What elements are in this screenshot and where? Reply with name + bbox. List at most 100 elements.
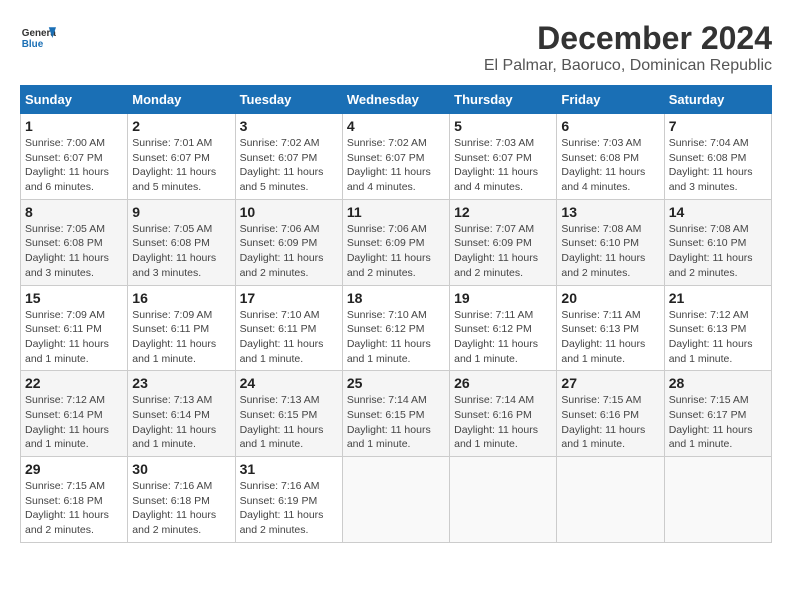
day-number: 10 — [240, 204, 338, 220]
calendar-day-cell: 14 Sunrise: 7:08 AM Sunset: 6:10 PM Dayli… — [664, 199, 771, 285]
day-number: 13 — [561, 204, 659, 220]
calendar-header-row: SundayMondayTuesdayWednesdayThursdayFrid… — [21, 86, 772, 114]
calendar-day-cell: 23Sunrise: 7:13 AM Sunset: 6:14 PM Dayli… — [128, 371, 235, 457]
calendar-day-cell: 9 Sunrise: 7:05 AM Sunset: 6:08 PM Daylig… — [128, 199, 235, 285]
svg-text:Blue: Blue — [22, 39, 44, 50]
day-number: 22 — [25, 375, 123, 391]
calendar-day-cell: 6 Sunrise: 7:03 AM Sunset: 6:08 PM Daylig… — [557, 114, 664, 200]
calendar-day-cell: 19Sunrise: 7:11 AM Sunset: 6:12 PM Dayli… — [450, 285, 557, 371]
day-number: 11 — [347, 204, 445, 220]
day-number: 21 — [669, 290, 767, 306]
day-info: Sunrise: 7:08 AM Sunset: 6:10 PM Dayligh… — [561, 222, 659, 281]
calendar-day-cell: 24 Sunrise: 7:13 AM Sunset: 6:15 PM Dayli… — [235, 371, 342, 457]
day-number: 28 — [669, 375, 767, 391]
calendar-day-cell: 21 Sunrise: 7:12 AM Sunset: 6:13 PM Dayli… — [664, 285, 771, 371]
day-info: Sunrise: 7:16 AM Sunset: 6:19 PM Dayligh… — [240, 479, 338, 538]
calendar-day-cell: 7Sunrise: 7:04 AM Sunset: 6:08 PM Daylig… — [664, 114, 771, 200]
day-number: 27 — [561, 375, 659, 391]
calendar-day-cell: 29 Sunrise: 7:15 AM Sunset: 6:18 PM Dayli… — [21, 457, 128, 543]
day-info: Sunrise: 7:00 AM Sunset: 6:07 PM Dayligh… — [25, 136, 123, 195]
page-title: December 2024 — [484, 20, 772, 57]
day-number: 6 — [561, 118, 659, 134]
day-number: 9 — [132, 204, 230, 220]
calendar-day-cell: 8 Sunrise: 7:05 AM Sunset: 6:08 PM Daylig… — [21, 199, 128, 285]
day-info: Sunrise: 7:15 AM Sunset: 6:17 PM Dayligh… — [669, 393, 767, 452]
day-info: Sunrise: 7:06 AM Sunset: 6:09 PM Dayligh… — [347, 222, 445, 281]
day-info: Sunrise: 7:05 AM Sunset: 6:08 PM Dayligh… — [25, 222, 123, 281]
calendar-day-cell: 3Sunrise: 7:02 AM Sunset: 6:07 PM Daylig… — [235, 114, 342, 200]
day-number: 18 — [347, 290, 445, 306]
calendar-day-cell: 13 Sunrise: 7:08 AM Sunset: 6:10 PM Dayli… — [557, 199, 664, 285]
day-info: Sunrise: 7:03 AM Sunset: 6:07 PM Dayligh… — [454, 136, 552, 195]
weekday-header-thursday: Thursday — [450, 86, 557, 114]
day-info: Sunrise: 7:06 AM Sunset: 6:09 PM Dayligh… — [240, 222, 338, 281]
calendar-day-cell: 26Sunrise: 7:14 AM Sunset: 6:16 PM Dayli… — [450, 371, 557, 457]
day-info: Sunrise: 7:11 AM Sunset: 6:12 PM Dayligh… — [454, 308, 552, 367]
calendar-day-cell: 30Sunrise: 7:16 AM Sunset: 6:18 PM Dayli… — [128, 457, 235, 543]
day-number: 2 — [132, 118, 230, 134]
day-number: 29 — [25, 461, 123, 477]
logo-icon: General Blue — [20, 20, 56, 56]
calendar-day-cell: 25Sunrise: 7:14 AM Sunset: 6:15 PM Dayli… — [342, 371, 449, 457]
weekday-header-friday: Friday — [557, 86, 664, 114]
day-info: Sunrise: 7:15 AM Sunset: 6:18 PM Dayligh… — [25, 479, 123, 538]
calendar-day-cell: 5 Sunrise: 7:03 AM Sunset: 6:07 PM Daylig… — [450, 114, 557, 200]
day-number: 20 — [561, 290, 659, 306]
day-info: Sunrise: 7:13 AM Sunset: 6:14 PM Dayligh… — [132, 393, 230, 452]
calendar-day-cell: 31 Sunrise: 7:16 AM Sunset: 6:19 PM Dayli… — [235, 457, 342, 543]
day-info: Sunrise: 7:12 AM Sunset: 6:14 PM Dayligh… — [25, 393, 123, 452]
calendar-week-row: 8 Sunrise: 7:05 AM Sunset: 6:08 PM Daylig… — [21, 199, 772, 285]
weekday-header-sunday: Sunday — [21, 86, 128, 114]
empty-cell — [342, 457, 449, 543]
calendar-day-cell: 4 Sunrise: 7:02 AM Sunset: 6:07 PM Daylig… — [342, 114, 449, 200]
page-header: General Blue December 2024 El Palmar, Ba… — [20, 20, 772, 75]
day-number: 16 — [132, 290, 230, 306]
day-info: Sunrise: 7:01 AM Sunset: 6:07 PM Dayligh… — [132, 136, 230, 195]
day-info: Sunrise: 7:09 AM Sunset: 6:11 PM Dayligh… — [25, 308, 123, 367]
day-number: 5 — [454, 118, 552, 134]
day-info: Sunrise: 7:12 AM Sunset: 6:13 PM Dayligh… — [669, 308, 767, 367]
weekday-header-wednesday: Wednesday — [342, 86, 449, 114]
day-number: 30 — [132, 461, 230, 477]
day-number: 8 — [25, 204, 123, 220]
calendar-day-cell: 10 Sunrise: 7:06 AM Sunset: 6:09 PM Dayli… — [235, 199, 342, 285]
calendar-day-cell: 28 Sunrise: 7:15 AM Sunset: 6:17 PM Dayli… — [664, 371, 771, 457]
day-info: Sunrise: 7:10 AM Sunset: 6:11 PM Dayligh… — [240, 308, 338, 367]
calendar-day-cell: 12Sunrise: 7:07 AM Sunset: 6:09 PM Dayli… — [450, 199, 557, 285]
calendar-table: SundayMondayTuesdayWednesdayThursdayFrid… — [20, 85, 772, 543]
day-number: 26 — [454, 375, 552, 391]
day-number: 24 — [240, 375, 338, 391]
weekday-header-tuesday: Tuesday — [235, 86, 342, 114]
day-info: Sunrise: 7:14 AM Sunset: 6:15 PM Dayligh… — [347, 393, 445, 452]
calendar-week-row: 22 Sunrise: 7:12 AM Sunset: 6:14 PM Dayli… — [21, 371, 772, 457]
calendar-week-row: 29 Sunrise: 7:15 AM Sunset: 6:18 PM Dayli… — [21, 457, 772, 543]
day-number: 3 — [240, 118, 338, 134]
calendar-day-cell: 16 Sunrise: 7:09 AM Sunset: 6:11 PM Dayli… — [128, 285, 235, 371]
day-number: 31 — [240, 461, 338, 477]
day-number: 7 — [669, 118, 767, 134]
calendar-day-cell: 15Sunrise: 7:09 AM Sunset: 6:11 PM Dayli… — [21, 285, 128, 371]
empty-cell — [664, 457, 771, 543]
day-info: Sunrise: 7:03 AM Sunset: 6:08 PM Dayligh… — [561, 136, 659, 195]
calendar-week-row: 1 Sunrise: 7:00 AM Sunset: 6:07 PM Daylig… — [21, 114, 772, 200]
day-number: 17 — [240, 290, 338, 306]
day-info: Sunrise: 7:13 AM Sunset: 6:15 PM Dayligh… — [240, 393, 338, 452]
day-number: 1 — [25, 118, 123, 134]
day-info: Sunrise: 7:15 AM Sunset: 6:16 PM Dayligh… — [561, 393, 659, 452]
page-subtitle: El Palmar, Baoruco, Dominican Republic — [484, 57, 772, 75]
empty-cell — [450, 457, 557, 543]
day-number: 4 — [347, 118, 445, 134]
title-section: December 2024 El Palmar, Baoruco, Domini… — [484, 20, 772, 75]
day-info: Sunrise: 7:08 AM Sunset: 6:10 PM Dayligh… — [669, 222, 767, 281]
day-info: Sunrise: 7:05 AM Sunset: 6:08 PM Dayligh… — [132, 222, 230, 281]
day-info: Sunrise: 7:09 AM Sunset: 6:11 PM Dayligh… — [132, 308, 230, 367]
calendar-day-cell: 20 Sunrise: 7:11 AM Sunset: 6:13 PM Dayli… — [557, 285, 664, 371]
weekday-header-saturday: Saturday — [664, 86, 771, 114]
weekday-header-monday: Monday — [128, 86, 235, 114]
day-number: 14 — [669, 204, 767, 220]
day-info: Sunrise: 7:11 AM Sunset: 6:13 PM Dayligh… — [561, 308, 659, 367]
day-info: Sunrise: 7:07 AM Sunset: 6:09 PM Dayligh… — [454, 222, 552, 281]
logo: General Blue — [20, 20, 56, 56]
day-info: Sunrise: 7:02 AM Sunset: 6:07 PM Dayligh… — [347, 136, 445, 195]
empty-cell — [557, 457, 664, 543]
